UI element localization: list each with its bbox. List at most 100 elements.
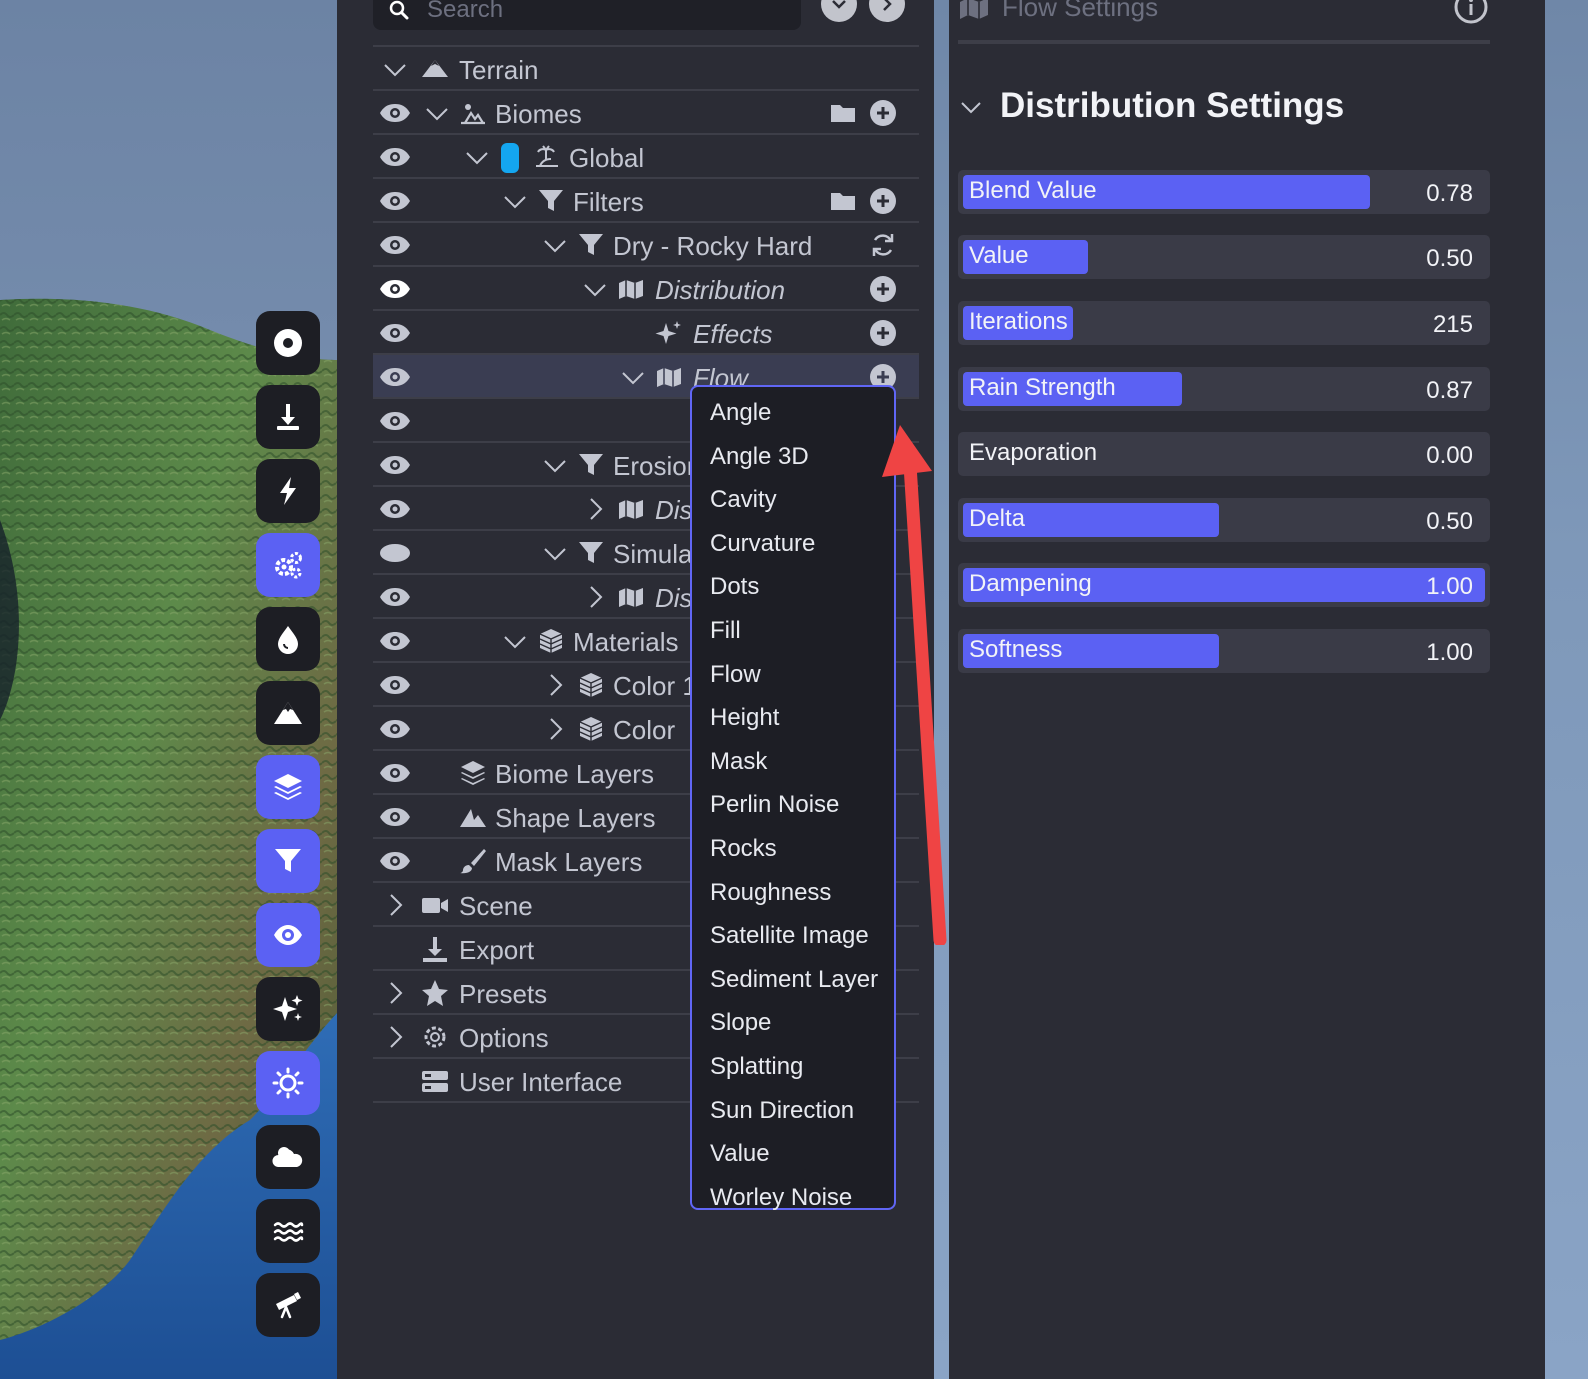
menu-item-perlin-noise[interactable]: Perlin Noise <box>692 783 894 827</box>
menu-item-slope[interactable]: Slope <box>692 1001 894 1045</box>
chevron-down-icon[interactable] <box>425 101 449 125</box>
chevron-down-icon[interactable] <box>543 541 567 565</box>
slider-dampening[interactable]: Dampening 1.00 <box>958 563 1490 607</box>
menu-item-sediment-layer[interactable]: Sediment Layer <box>692 958 894 1002</box>
sun-icon <box>272 1067 304 1099</box>
eye-icon[interactable] <box>379 585 411 609</box>
menu-item-angle-3d[interactable]: Angle 3D <box>692 435 894 479</box>
biome-icon <box>461 104 485 125</box>
add-icon[interactable] <box>869 275 897 303</box>
menu-item-value[interactable]: Value <box>692 1132 894 1176</box>
eye-icon[interactable] <box>379 365 411 389</box>
menu-item-roughness[interactable]: Roughness <box>692 871 894 915</box>
menu-item-angle[interactable]: Angle <box>692 391 894 435</box>
chevron-down-icon[interactable] <box>543 233 567 257</box>
chevron-right-icon[interactable] <box>543 673 567 697</box>
tree-row-filters[interactable]: Filters <box>373 179 919 223</box>
eye-icon[interactable] <box>379 101 411 125</box>
chevron-down-icon[interactable] <box>383 57 407 81</box>
eye-icon[interactable] <box>379 717 411 741</box>
slider-softness[interactable]: Softness 1.00 <box>958 629 1490 673</box>
chevron-down-icon[interactable] <box>465 145 489 169</box>
menu-item-curvature[interactable]: Curvature <box>692 522 894 566</box>
sparkles-button[interactable] <box>256 977 320 1041</box>
gears-button[interactable] <box>256 533 320 597</box>
menu-item-cavity[interactable]: Cavity <box>692 478 894 522</box>
menu-item-mask[interactable]: Mask <box>692 740 894 784</box>
lightning-button[interactable] <box>256 459 320 523</box>
record-button[interactable] <box>256 311 320 375</box>
chevron-right-icon[interactable] <box>543 717 567 741</box>
folder-icon[interactable] <box>829 187 857 215</box>
section-header-distribution-settings[interactable]: Distribution Settings <box>958 84 1490 128</box>
cloud-button[interactable] <box>256 1125 320 1189</box>
chevron-right-icon[interactable] <box>383 893 407 917</box>
chevron-down-icon[interactable] <box>621 365 645 389</box>
slider-evaporation[interactable]: Evaporation 0.00 <box>958 432 1490 476</box>
eye-icon[interactable] <box>379 233 411 257</box>
eye-icon[interactable] <box>379 805 411 829</box>
eye-icon[interactable] <box>379 849 411 873</box>
menu-item-height[interactable]: Height <box>692 696 894 740</box>
eye-icon[interactable] <box>379 409 411 433</box>
tree-row-terrain[interactable]: Terrain <box>373 47 919 91</box>
menu-item-flow[interactable]: Flow <box>692 653 894 697</box>
chevron-right-icon[interactable] <box>583 497 607 521</box>
eye-icon[interactable] <box>379 453 411 477</box>
add-icon[interactable] <box>869 319 897 347</box>
expand-all-button[interactable] <box>869 0 905 22</box>
add-icon[interactable] <box>869 187 897 215</box>
menu-item-satellite-image[interactable]: Satellite Image <box>692 914 894 958</box>
chevron-down-icon[interactable] <box>960 96 982 118</box>
mountain-button[interactable] <box>256 681 320 745</box>
chevron-down-icon[interactable] <box>503 629 527 653</box>
biome-color-chip[interactable] <box>501 143 519 173</box>
folder-icon[interactable] <box>829 99 857 127</box>
slider-rain-strength[interactable]: Rain Strength 0.87 <box>958 367 1490 411</box>
chevron-right-icon[interactable] <box>383 981 407 1005</box>
water-drop-button[interactable] <box>256 607 320 671</box>
telescope-button[interactable] <box>256 1273 320 1337</box>
eye-icon[interactable] <box>379 145 411 169</box>
menu-item-worley-noise[interactable]: Worley Noise <box>692 1176 894 1220</box>
tree-row-effects[interactable]: Effects <box>373 311 919 355</box>
tree-row-global[interactable]: Global <box>373 135 919 179</box>
chevron-right-icon[interactable] <box>583 585 607 609</box>
download-button[interactable] <box>256 385 320 449</box>
menu-item-fill[interactable]: Fill <box>692 609 894 653</box>
eye-icon[interactable] <box>379 761 411 785</box>
slider-delta[interactable]: Delta 0.50 <box>958 498 1490 542</box>
info-icon[interactable] <box>1454 0 1488 24</box>
eye-icon[interactable] <box>379 277 411 301</box>
tree-row-dry-rocky-hard[interactable]: Dry - Rocky Hard <box>373 223 919 267</box>
search-input[interactable] <box>427 0 787 24</box>
waves-button[interactable] <box>256 1199 320 1263</box>
filter-button[interactable] <box>256 829 320 893</box>
tree-row-biomes[interactable]: Biomes <box>373 91 919 135</box>
eye-icon[interactable] <box>379 629 411 653</box>
refresh-icon[interactable] <box>869 231 897 259</box>
layers-button[interactable] <box>256 755 320 819</box>
eye-icon[interactable] <box>379 189 411 213</box>
eye-hidden-icon[interactable] <box>379 541 411 565</box>
eye-icon[interactable] <box>379 497 411 521</box>
eye-icon[interactable] <box>379 321 411 345</box>
add-icon[interactable] <box>869 99 897 127</box>
chevron-right-icon[interactable] <box>383 1025 407 1049</box>
chevron-down-icon[interactable] <box>503 189 527 213</box>
menu-item-rocks[interactable]: Rocks <box>692 827 894 871</box>
filter-icon <box>579 542 603 563</box>
menu-item-dots[interactable]: Dots <box>692 565 894 609</box>
slider-blend-value[interactable]: Blend Value 0.78 <box>958 170 1490 214</box>
slider-iterations[interactable]: Iterations 215 <box>958 301 1490 345</box>
chevron-down-icon[interactable] <box>583 277 607 301</box>
slider-value[interactable]: Value 0.50 <box>958 235 1490 279</box>
sun-button[interactable] <box>256 1051 320 1115</box>
menu-item-splatting[interactable]: Splatting <box>692 1045 894 1089</box>
eye-button[interactable] <box>256 903 320 967</box>
chevron-down-icon[interactable] <box>543 453 567 477</box>
eye-icon[interactable] <box>379 673 411 697</box>
menu-item-sun-direction[interactable]: Sun Direction <box>692 1089 894 1133</box>
collapse-all-button[interactable] <box>821 0 857 22</box>
tree-row-distribution[interactable]: Distribution <box>373 267 919 311</box>
